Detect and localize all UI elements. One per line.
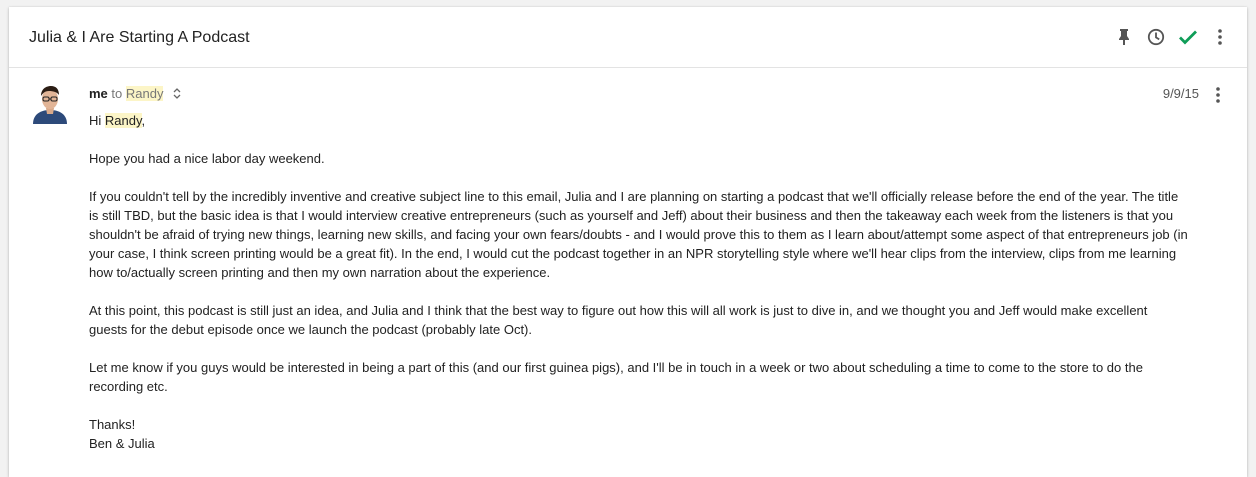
email-thread-card: Julia & I Are Starting A Podcast me to R… — [9, 7, 1247, 477]
pin-icon[interactable] — [1113, 26, 1135, 48]
greeting: Hi Randy, — [89, 111, 1189, 130]
greeting-prefix: Hi — [89, 113, 102, 128]
signoff: Thanks! — [89, 417, 136, 432]
more-vert-icon[interactable] — [1209, 26, 1231, 48]
body-paragraph: At this point, this podcast is still jus… — [89, 303, 1148, 337]
to-label: to — [111, 86, 123, 101]
details-toggle-icon[interactable] — [173, 87, 181, 102]
thread-subject: Julia & I Are Starting A Podcast — [29, 29, 250, 46]
thread-header: Julia & I Are Starting A Podcast — [9, 7, 1247, 68]
sender-line: me to Randy — [89, 86, 181, 102]
snooze-clock-icon[interactable] — [1145, 26, 1167, 48]
message-body: Hi Randy, Hope you had a nice labor day … — [89, 111, 1189, 453]
sender-name[interactable]: me — [89, 86, 108, 101]
recipient-name[interactable]: Randy — [125, 86, 164, 101]
done-check-icon[interactable] — [1177, 26, 1199, 48]
message-more-icon[interactable] — [1207, 84, 1229, 106]
body-paragraph: Hope you had a nice labor day weekend. — [89, 151, 325, 166]
greeting-suffix: , — [141, 113, 146, 128]
thread-actions — [1113, 26, 1231, 48]
signature: Ben & Julia — [89, 436, 155, 451]
body-paragraph: Let me know if you guys would be interes… — [89, 360, 1143, 394]
message-date: 9/9/15 — [1162, 86, 1199, 101]
avatar[interactable] — [31, 84, 69, 124]
body-paragraph: If you couldn't tell by the incredibly i… — [89, 189, 1188, 280]
greeting-name: Randy — [104, 113, 142, 128]
